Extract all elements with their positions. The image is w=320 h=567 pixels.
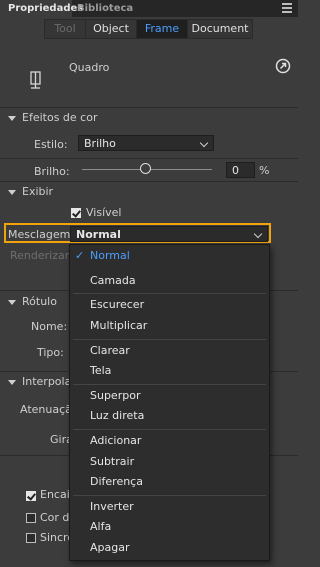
snap-checkbox[interactable] [26, 491, 36, 501]
panel-tab-bar: Propriedades Biblioteca [0, 0, 298, 17]
menu-item-erase[interactable]: Apagar [90, 539, 130, 557]
render-label: Renderizar: [10, 249, 73, 262]
label-section-header[interactable]: Rótulo [8, 294, 57, 310]
menu-divider [73, 495, 266, 496]
sync-checkbox[interactable] [26, 533, 36, 543]
menu-item-subtract[interactable]: Subtrair [90, 453, 134, 471]
menu-item-normal[interactable]: Normal [90, 247, 130, 265]
menu-item-hard-light[interactable]: Luz direta [90, 407, 144, 425]
frame-icon [28, 70, 44, 90]
menu-item-alpha[interactable]: Alfa [90, 518, 111, 536]
brightness-slider-handle[interactable] [140, 163, 151, 174]
segment-document[interactable]: Document [187, 19, 253, 39]
menu-divider [73, 339, 266, 340]
segment-frame[interactable]: Frame [136, 19, 188, 39]
segment-tool[interactable]: Tool [44, 19, 86, 39]
color-effect-header[interactable]: Efeitos de cor [8, 110, 97, 126]
segment-object[interactable]: Object [85, 19, 137, 39]
color-checkbox[interactable] [26, 513, 36, 523]
name-label: Nome: [31, 320, 68, 333]
tab-properties[interactable]: Propriedades [0, 0, 83, 17]
brightness-input[interactable]: 0 [226, 162, 255, 178]
menu-divider [73, 293, 266, 294]
menu-divider [73, 384, 266, 385]
menu-item-overlay[interactable]: Superpor [90, 387, 140, 405]
blend-dropdown-menu: ✓ Normal Camada Escurecer Multiplicar Cl… [69, 244, 270, 561]
checkmark-icon: ✓ [75, 249, 85, 262]
display-header[interactable]: Exibir [8, 184, 53, 200]
menu-item-difference[interactable]: Diferença [90, 473, 143, 491]
menu-item-multiply[interactable]: Multiplicar [90, 317, 147, 335]
open-arrow-icon[interactable] [275, 58, 291, 74]
blend-select[interactable]: Normal [70, 226, 268, 242]
menu-divider [73, 429, 266, 430]
panel-menu-icon[interactable] [282, 3, 292, 15]
brightness-label: Brilho: [34, 165, 70, 178]
frame-label: Quadro [69, 61, 110, 74]
menu-item-screen[interactable]: Tela [90, 362, 111, 380]
tab-library[interactable]: Biblioteca [77, 0, 137, 17]
menu-item-darken[interactable]: Escurecer [90, 296, 144, 314]
menu-item-add[interactable]: Adicionar [90, 432, 141, 450]
style-label: Estilo: [34, 138, 68, 151]
menu-item-lighten[interactable]: Clarear [90, 342, 130, 360]
style-select[interactable]: Brilho [78, 135, 214, 151]
menu-item-layer[interactable]: Camada [90, 272, 136, 290]
blend-label: Mesclagem: [8, 228, 75, 241]
visible-label: Visível [86, 206, 122, 219]
visible-checkbox[interactable] [71, 208, 81, 218]
divider [0, 158, 298, 159]
type-label: Tipo: [37, 346, 64, 359]
menu-item-invert[interactable]: Inverter [90, 498, 134, 516]
divider [0, 107, 298, 108]
divider [0, 181, 298, 182]
percent-unit: % [259, 164, 270, 177]
